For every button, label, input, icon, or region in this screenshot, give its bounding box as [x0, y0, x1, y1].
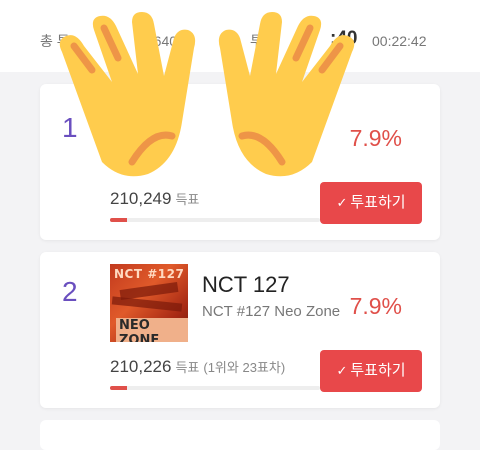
vote-progress-bar	[110, 218, 320, 222]
raising-hands-emoji-icon	[59, 12, 355, 177]
vote-progress-bar	[110, 386, 320, 390]
vote-button-label: 투표하기	[350, 194, 406, 211]
album-cover-title: NCT #127	[114, 267, 185, 281]
check-icon: ✓	[336, 363, 348, 378]
vote-count-unit: 득표	[175, 360, 200, 375]
vote-progress-fill	[110, 386, 127, 390]
vote-progress-fill	[110, 218, 127, 222]
vote-button[interactable]: ✓ 투표하기	[320, 350, 422, 392]
candidate-card-2: 2 NCT #127 NEO ZONE NCT 127 NCT #127 Neo…	[40, 252, 440, 408]
candidate-card-3	[40, 420, 440, 450]
album-cover-image: NCT #127 NEO ZONE	[110, 264, 188, 342]
artist-name: NCT 127	[202, 272, 290, 297]
album-name: NCT #127 Neo Zone	[202, 303, 341, 320]
vote-count: 210,226 득표 (1위와 23표차)	[110, 356, 285, 379]
vote-count-value: 210,249	[110, 189, 172, 208]
vote-count-value: 210,226	[110, 357, 172, 376]
countdown-timer: 00:22:42	[372, 33, 427, 49]
vote-count: 210,249 득표	[110, 188, 199, 211]
vote-button-label: 투표하기	[350, 362, 406, 379]
vote-button[interactable]: ✓ 투표하기	[320, 182, 422, 224]
vote-percent: 7.9%	[349, 293, 402, 319]
vote-count-unit: 득표	[175, 192, 200, 207]
rank-number: 2	[62, 276, 78, 307]
album-cover-subtitle: NEO ZONE	[116, 318, 188, 342]
check-icon: ✓	[336, 195, 348, 210]
vote-gap-note: (1위와 23표차)	[203, 360, 286, 375]
